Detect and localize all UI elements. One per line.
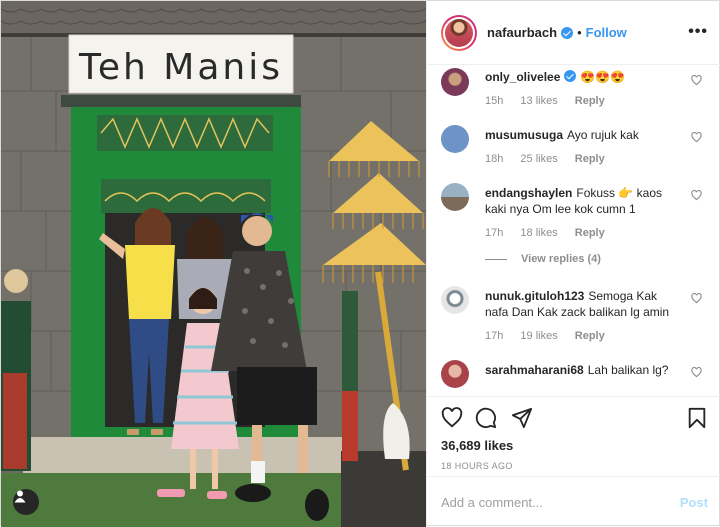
post-actions: 36,689 likes 18 HOURS AGO (427, 396, 720, 476)
comment-heart-icon[interactable] (691, 75, 702, 86)
likes-count[interactable]: 36,689 likes (441, 438, 708, 453)
sign-text: Teh Manis (78, 47, 283, 88)
user-tag-button[interactable] (13, 489, 39, 515)
replies-divider (485, 258, 507, 260)
comment-text: Lah balikan lg? (587, 363, 669, 377)
bookmark-icon[interactable] (687, 407, 707, 429)
post-side-panel: nafaurbach • Follow ••• only_olivelee 😍😍😍… (426, 1, 720, 527)
user-tag-icon (14, 490, 26, 503)
comment-heart-icon[interactable] (691, 293, 702, 304)
comment-username[interactable]: sarahmaharani68 (485, 363, 584, 377)
comment-avatar[interactable] (441, 68, 469, 96)
photo-illustration: Teh Manis (1, 1, 426, 527)
comment-username[interactable]: musumusuga (485, 128, 563, 142)
comment-avatar[interactable] (441, 125, 469, 153)
comment-likes[interactable]: 25 likes (520, 153, 557, 165)
comment-time[interactable]: 17h (485, 227, 503, 239)
comment-avatar[interactable] (441, 286, 469, 314)
post-timestamp[interactable]: 18 HOURS AGO (441, 461, 708, 471)
view-replies-label: View replies (4) (521, 253, 601, 265)
verified-badge-icon (564, 70, 577, 82)
view-replies-button[interactable]: View replies (4) (485, 253, 720, 265)
comment-meta: 17h 19 likes Reply (485, 330, 682, 342)
comment-heart-icon[interactable] (691, 367, 702, 378)
more-options-button[interactable]: ••• (688, 23, 708, 41)
post-photo[interactable]: Teh Manis (1, 1, 426, 527)
comment-meta: 15h 13 likes Reply (485, 95, 682, 107)
share-icon[interactable] (511, 407, 533, 429)
comment-time[interactable]: 15h (485, 95, 503, 107)
comment-text: Ayo rujuk kak (567, 128, 639, 142)
comment-meta: 17h 18 likes Reply (485, 227, 682, 239)
comment-input[interactable] (441, 494, 680, 510)
instagram-post: Teh Manis nafaurbach • Follow ••• only_o… (0, 0, 720, 527)
comments-list[interactable]: only_olivelee 😍😍😍 15h 13 likes Reply musu… (427, 65, 720, 396)
comment-heart-icon[interactable] (691, 190, 702, 201)
comment-item: nunuk.gituloh123 Semoga Kak nafa Dan Kak … (427, 286, 720, 342)
reply-button[interactable]: Reply (575, 95, 605, 107)
comment-username[interactable]: nunuk.gituloh123 (485, 289, 584, 303)
comment-time[interactable]: 18h (485, 153, 503, 165)
comment-item: endangshaylen Fokuss 👉 kaos kaki nya Om l… (427, 183, 720, 239)
comment-avatar[interactable] (441, 360, 469, 388)
action-icons (441, 397, 708, 437)
follow-button[interactable]: Follow (586, 25, 627, 40)
verified-badge-icon (561, 26, 574, 39)
author-avatar[interactable] (441, 14, 477, 51)
post-header: nafaurbach • Follow ••• (427, 1, 720, 65)
separator-dot: • (577, 25, 582, 40)
heart-icon[interactable] (441, 407, 463, 429)
comment-likes[interactable]: 18 likes (520, 227, 557, 239)
reply-button[interactable]: Reply (575, 227, 605, 239)
comment-icon[interactable] (475, 407, 497, 429)
comment-item: only_olivelee 😍😍😍 15h 13 likes Reply (427, 68, 720, 107)
comment-item: sarahmaharani68 Lah balikan lg? (427, 360, 720, 388)
comment-likes[interactable]: 19 likes (520, 330, 557, 342)
comment-avatar[interactable] (441, 183, 469, 211)
reply-button[interactable]: Reply (575, 153, 605, 165)
comment-item: musumusuga Ayo rujuk kak 18h 25 likes Rep… (427, 125, 720, 165)
add-comment-bar: Post (427, 476, 720, 527)
author-username[interactable]: nafaurbach (487, 25, 557, 40)
post-comment-button[interactable]: Post (680, 495, 708, 510)
comment-likes[interactable]: 13 likes (520, 95, 557, 107)
comment-time[interactable]: 17h (485, 330, 503, 342)
comment-username[interactable]: only_olivelee (485, 70, 560, 84)
comment-meta: 18h 25 likes Reply (485, 153, 682, 165)
comment-heart-icon[interactable] (691, 132, 702, 143)
comment-username[interactable]: endangshaylen (485, 186, 572, 200)
reply-button[interactable]: Reply (575, 330, 605, 342)
comment-text: 😍😍😍 (580, 70, 626, 84)
